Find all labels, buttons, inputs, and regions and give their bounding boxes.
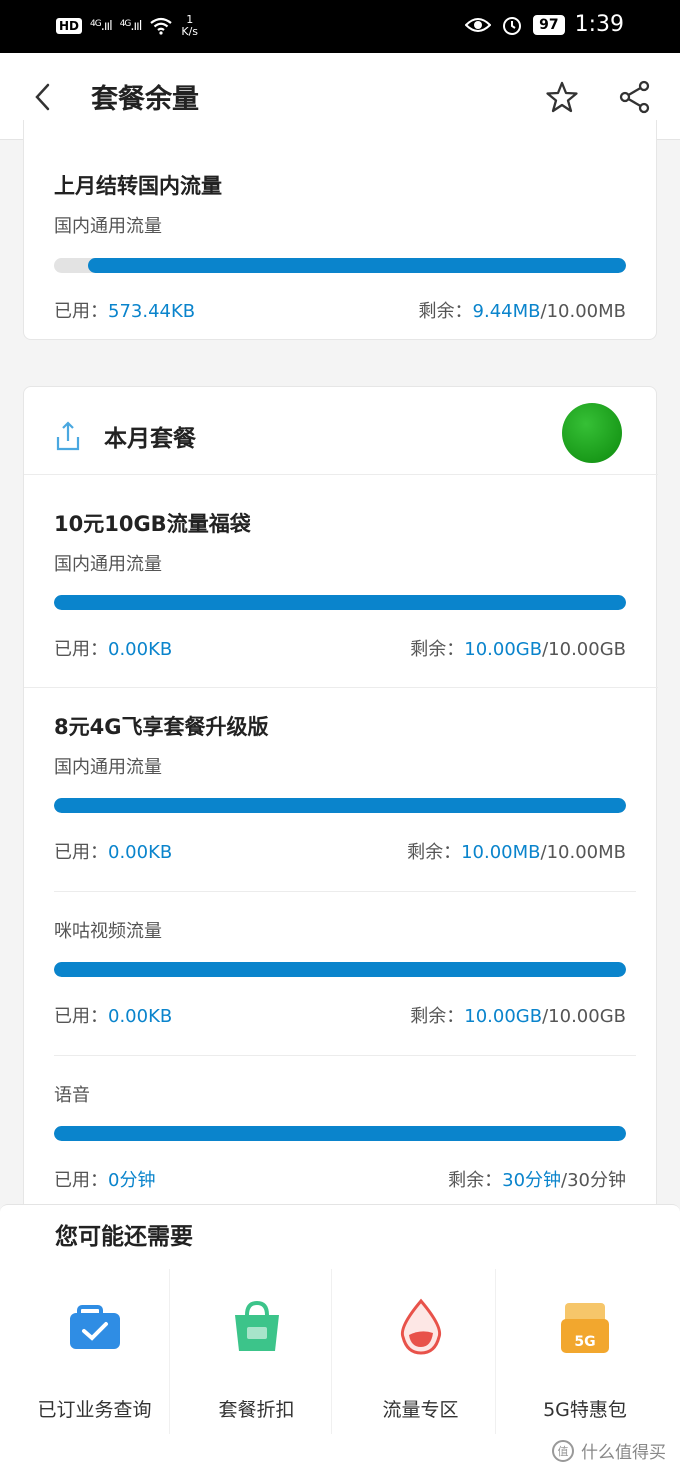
usage-progress-bar xyxy=(54,1126,626,1141)
hd-badge: HD xyxy=(56,18,83,34)
carryover-card: 上月结转国内流量 国内通用流量 已用：573.44KB 剩余：9.44MB/10… xyxy=(23,120,657,340)
battery-indicator: 97 xyxy=(533,14,565,35)
divider xyxy=(24,474,658,475)
service-label: 流量专区 xyxy=(382,1399,459,1421)
service-5g-package[interactable]: 5G 5G特惠包 xyxy=(510,1269,660,1434)
share-icon[interactable] xyxy=(618,80,652,114)
back-arrow-icon[interactable] xyxy=(28,81,60,113)
service-grid: 已订业务查询 套餐折扣 流量专区 5G 5G特惠包 xyxy=(0,1269,680,1449)
5g-gift-icon: 5G xyxy=(561,1303,609,1353)
package-title: 上月结转国内流量 xyxy=(54,174,222,198)
remaining-amount: 剩余：9.44MB/10.00MB xyxy=(418,301,626,322)
remaining-amount: 剩余：30分钟/30分钟 xyxy=(448,1170,626,1191)
section-title: 本月套餐 xyxy=(104,426,196,452)
water-drop-icon xyxy=(400,1298,441,1355)
recommendation-panel: 您可能还需要 已订业务查询 套餐折扣 流量专区 5G 5G特惠包 值 什么值得买 xyxy=(0,1204,680,1473)
service-data-zone[interactable]: 流量专区 xyxy=(346,1269,496,1434)
floating-action-button[interactable] xyxy=(562,403,622,463)
shopping-bag-icon xyxy=(234,1300,279,1351)
signal-icon: 4G.ııl xyxy=(119,18,143,34)
package-title: 8元4G飞享套餐升级版 xyxy=(54,715,269,739)
usage-label: 国内通用流量 xyxy=(54,554,162,575)
service-label: 5G特惠包 xyxy=(543,1399,627,1421)
remaining-amount: 剩余：10.00GB/10.00GB xyxy=(410,1006,626,1027)
alarm-icon xyxy=(503,16,522,35)
used-amount: 已用：0.00KB xyxy=(54,639,173,660)
remaining-amount: 剩余：10.00MB/10.00MB xyxy=(407,842,626,863)
usage-progress-bar xyxy=(54,258,626,273)
usage-label: 语音 xyxy=(54,1085,90,1106)
divider xyxy=(54,1055,636,1056)
usage-label: 咪咕视频流量 xyxy=(54,921,162,942)
page-title: 套餐余量 xyxy=(91,84,199,115)
package-title: 10元10GB流量福袋 xyxy=(54,512,251,536)
usage-progress-bar xyxy=(54,798,626,813)
panel-title: 您可能还需要 xyxy=(55,1224,193,1250)
service-plan-discount[interactable]: 套餐折扣 xyxy=(182,1269,332,1434)
service-orders-query[interactable]: 已订业务查询 xyxy=(20,1269,170,1434)
divider xyxy=(54,891,636,892)
watermark-logo-icon: 值 xyxy=(552,1439,574,1462)
eye-icon xyxy=(465,17,492,32)
service-label: 套餐折扣 xyxy=(218,1399,295,1421)
remaining-amount: 剩余：10.00GB/10.00GB xyxy=(410,639,626,660)
service-label: 已订业务查询 xyxy=(37,1399,152,1421)
divider xyxy=(24,687,658,688)
usage-progress-fill xyxy=(54,595,626,610)
used-amount: 已用：573.44KB xyxy=(54,301,196,322)
usage-progress-fill xyxy=(54,798,626,813)
used-amount: 已用：0.00KB xyxy=(54,842,173,863)
usage-label: 国内通用流量 xyxy=(54,757,162,778)
star-icon[interactable] xyxy=(545,80,579,114)
svg-text:值: 值 xyxy=(558,1445,569,1458)
status-bar: HD 4G.ııl 4G.ııl 1 K/s 97 1:39 xyxy=(0,0,680,53)
signal-icon: 4G.ııl xyxy=(90,18,113,34)
usage-progress-fill xyxy=(54,962,626,977)
usage-progress-bar xyxy=(54,595,626,610)
watermark: 值 什么值得买 xyxy=(551,1438,666,1463)
used-amount: 已用：0.00KB xyxy=(54,1006,173,1027)
briefcase-check-icon xyxy=(69,1305,120,1349)
used-amount: 已用：0分钟 xyxy=(54,1170,156,1191)
clock: 1:39 xyxy=(574,12,624,37)
svg-text:5G: 5G xyxy=(574,1334,595,1350)
wifi-icon xyxy=(150,17,173,35)
usage-progress-bar xyxy=(54,962,626,977)
usage-progress-fill xyxy=(54,1126,626,1141)
usage-progress-fill xyxy=(88,258,626,273)
upload-tray-icon xyxy=(56,421,80,451)
usage-label: 国内通用流量 xyxy=(54,216,162,237)
monthly-plan-card: 本月套餐 10元10GB流量福袋 国内通用流量 已用：0.00KB 剩余：10.… xyxy=(23,386,658,1266)
network-speed: 1 K/s xyxy=(181,13,199,38)
